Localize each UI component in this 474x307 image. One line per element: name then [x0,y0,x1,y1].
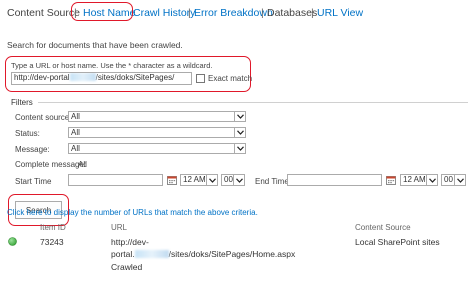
end-hour-select[interactable]: 12 AM [400,174,438,186]
status-value: All [71,128,80,137]
url-line2-prefix: portal. [111,249,135,259]
highlight-host-name-tab [71,2,133,21]
count-link[interactable]: Click here to display the number of URLs… [7,208,258,217]
url-link-line2[interactable]: portal. /sites/doks/SitePages/Home.aspx [111,249,295,259]
message-select[interactable]: All [68,143,246,154]
url-line2-suffix: /sites/doks/SitePages/Home.aspx [168,249,296,259]
content-source-label: Content source: [15,113,72,122]
item-id-cell: 73243 [40,237,64,247]
tab-separator: | [188,7,191,19]
start-minute-value: 00 [224,175,233,184]
chevron-down-icon [234,144,245,153]
tab-content-source[interactable]: Content Source [7,7,80,19]
content-source-select[interactable]: All [68,111,246,122]
status-label: Status: [15,129,40,138]
message-label: Message: [15,145,50,154]
start-date-input[interactable] [68,174,163,186]
content-source-cell: Local SharePoint sites [355,237,440,247]
crawl-status-cell: Crawled [111,262,143,272]
url-link-line1[interactable]: http://dev- [111,237,149,247]
tab-databases[interactable]: Databases [267,7,317,19]
url-value-suffix: /sites/doks/SitePages/ [95,73,175,82]
exact-match-label: Exact match [208,74,253,83]
content-source-value: All [71,112,80,121]
tab-crawl-history[interactable]: Crawl History [133,7,195,19]
end-time-label: End Time [255,177,289,186]
message-value: All [71,144,80,153]
chevron-down-icon [234,112,245,121]
chevron-down-icon [426,175,437,185]
chevron-down-icon [233,175,244,185]
url-hint: Type a URL or host name. Use the * chara… [11,61,213,70]
column-header-item-id: Item ID [40,223,66,232]
complete-message-value: All [78,160,87,169]
calendar-icon[interactable] [386,175,396,185]
start-time-label: Start Time [15,177,52,186]
redacted-host [134,250,169,258]
status-select[interactable]: All [68,127,246,138]
start-hour-value: 12 AM [183,175,206,184]
end-date-input[interactable] [287,174,382,186]
end-hour-value: 12 AM [403,175,426,184]
chevron-down-icon [234,128,245,137]
column-header-url: URL [111,223,128,232]
tab-separator: | [261,7,264,19]
end-minute-value: 00 [444,175,453,184]
chevron-down-icon [454,175,465,185]
intro-text: Search for documents that have been craw… [7,40,183,50]
end-minute-select[interactable]: 00 [441,174,466,186]
status-ok-icon [8,237,17,246]
filters-divider [38,102,468,103]
complete-message-label: Complete message: [15,160,87,169]
filters-title: Filters [11,98,33,107]
tab-separator: | [311,7,314,19]
url-value-prefix: http://dev-portal [14,73,70,82]
calendar-icon[interactable] [167,175,177,185]
tab-url-view[interactable]: URL View [317,7,363,19]
redacted-host [69,73,96,81]
start-hour-select[interactable]: 12 AM [180,174,218,186]
chevron-down-icon [206,175,217,185]
exact-match-checkbox[interactable] [196,74,205,83]
column-header-content-source: Content Source [355,223,411,232]
start-minute-select[interactable]: 00 [221,174,245,186]
url-search-input[interactable]: http://dev-portal/sites/doks/SitePages/ [11,72,192,85]
